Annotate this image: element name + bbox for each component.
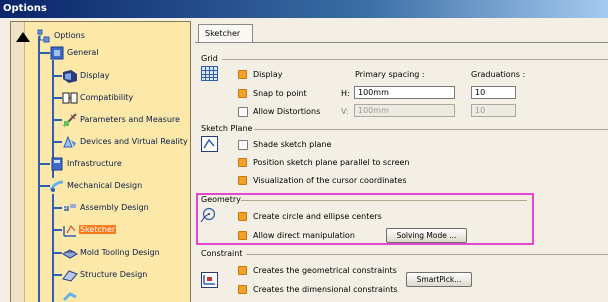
dimensional-constraints-label: Creates the dimensional constraints (253, 285, 398, 294)
sketch-plane-icon (201, 136, 218, 152)
tree-item-label: Devices and Virtual Reality (80, 137, 188, 146)
title-bar: Options (0, 0, 608, 18)
tree-item-label: Display (80, 71, 110, 80)
parameters-icon (63, 113, 77, 127)
tree-item-label: Sketcher (79, 225, 117, 234)
group-separator (254, 129, 608, 130)
tree-scrollbar[interactable] (11, 22, 30, 302)
svg-text:G: G (63, 204, 68, 211)
tree-connector (52, 194, 54, 302)
tab-label: Sketcher (205, 29, 241, 38)
constraint-icon (201, 272, 218, 288)
allow-distortions-checkbox[interactable] (238, 107, 248, 117)
devices-icon (63, 135, 76, 148)
group-separator (222, 59, 608, 60)
tree-item-label: Mold Tooling Design (80, 248, 160, 257)
shade-sketch-plane-checkbox[interactable] (238, 140, 248, 150)
group-title-grid: Grid (201, 54, 218, 63)
mechanical-design-icon (49, 180, 64, 192)
tab-sketcher[interactable]: Sketcher (198, 24, 253, 43)
assembly-design-icon: G (63, 204, 76, 211)
h-spacing-input[interactable]: 100mm (354, 86, 455, 99)
compatibility-icon (62, 92, 78, 104)
tree-connector (52, 141, 62, 143)
shade-sketch-plane-label: Shade sketch plane (253, 140, 332, 149)
create-centers-checkbox[interactable] (238, 212, 247, 221)
display-checkbox[interactable] (238, 70, 247, 79)
primary-spacing-label: Primary spacing : (355, 70, 425, 79)
cursor-coordinates-label: Visualization of the cursor coordinates (253, 176, 407, 185)
h-graduations-input[interactable]: 10 (471, 86, 516, 99)
v-graduations-input[interactable]: 10 (471, 104, 516, 117)
group-title-geometry: Geometry (201, 195, 241, 204)
geometrical-constraints-checkbox[interactable] (238, 266, 247, 275)
solving-mode-button[interactable]: Solving Mode ... (386, 228, 467, 243)
partial-tree-icon (62, 292, 77, 302)
tree-root-label: Options (54, 31, 85, 40)
group-title-sketch-plane: Sketch Plane (201, 124, 253, 133)
tree-connector (52, 252, 62, 254)
tree-item-label: Structure Design (80, 270, 148, 279)
tree-item-label: Compatibility (80, 93, 134, 102)
h-label: H: (341, 89, 350, 98)
group-separator (241, 200, 527, 201)
tree-item-label: Assembly Design (80, 203, 149, 212)
snap-to-point-checkbox[interactable] (238, 89, 247, 98)
display-label: Display (253, 70, 283, 79)
v-spacing-input[interactable]: 100mm (354, 104, 455, 117)
mold-tooling-icon (62, 249, 78, 259)
tree-connector (52, 97, 62, 99)
tree-connector (38, 36, 40, 302)
geometrical-constraints-label: Creates the geometrical constraints (253, 266, 397, 275)
tree-item-label: Infrastructure (67, 159, 122, 168)
display-icon (63, 70, 77, 83)
position-sketch-plane-label: Position sketch plane parallel to screen (253, 158, 410, 167)
options-tree-icon (37, 29, 50, 43)
group-separator (246, 254, 608, 255)
window-title: Options (3, 3, 47, 14)
tree-item-label: Parameters and Measure (80, 115, 180, 124)
tree-item-label: Mechanical Design (67, 181, 143, 190)
scroll-up-arrow-icon[interactable] (16, 32, 30, 42)
allow-distortions-label: Allow Distortions (253, 107, 321, 116)
tree-connector (52, 229, 62, 231)
tree-connector (52, 75, 62, 77)
dimensional-constraints-checkbox[interactable] (238, 285, 247, 294)
tree-connector (52, 274, 62, 276)
geometry-icon (200, 207, 216, 223)
general-icon (50, 46, 64, 60)
tree-connector (52, 207, 62, 209)
v-label: V: (341, 107, 349, 116)
sketcher-icon (63, 225, 76, 237)
cursor-coordinates-checkbox[interactable] (238, 176, 247, 185)
graduations-label: Graduations : (471, 70, 526, 79)
direct-manipulation-label: Allow direct manipulation (253, 231, 355, 240)
position-sketch-plane-checkbox[interactable] (238, 158, 247, 167)
smartpick-button[interactable]: SmartPick... (406, 272, 472, 287)
sketcher-pane (195, 42, 608, 302)
grid-icon (201, 66, 218, 81)
tree-item-label: General (67, 48, 99, 57)
snap-to-point-label: Snap to point (253, 89, 307, 98)
structure-design-icon (62, 270, 78, 282)
group-title-constraint: Constraint (201, 249, 243, 258)
infrastructure-icon (51, 157, 63, 171)
tree-connector (52, 119, 62, 121)
direct-manipulation-checkbox[interactable] (238, 231, 247, 240)
options-tree[interactable]: Options General Display Compatibility Pa… (10, 21, 191, 302)
create-centers-label: Create circle and ellipse centers (253, 212, 382, 221)
